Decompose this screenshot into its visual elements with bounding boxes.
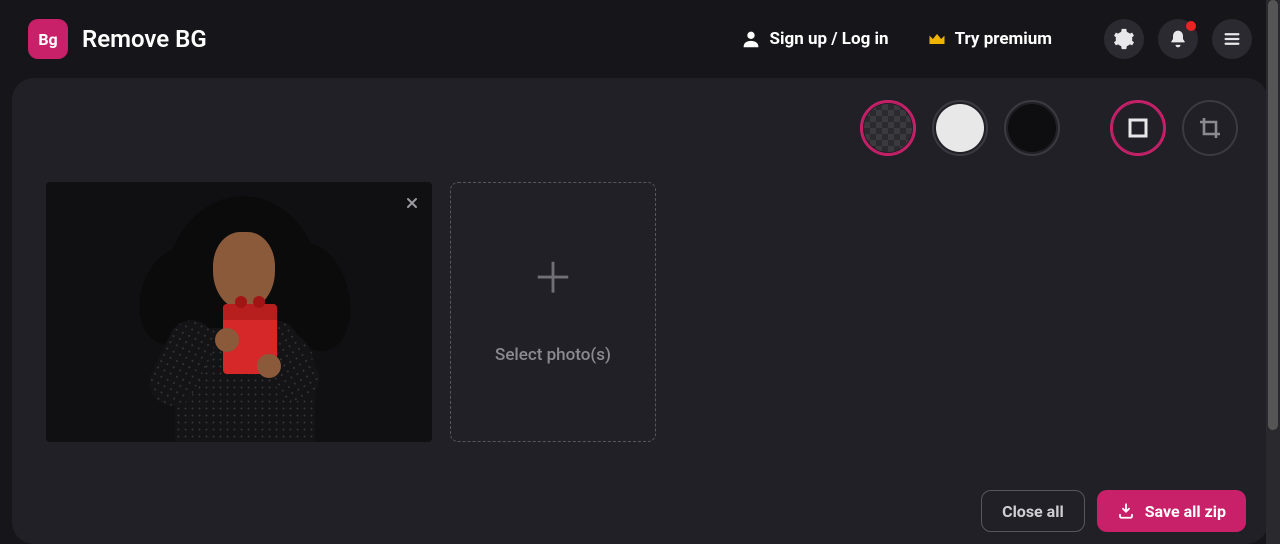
scrollbar[interactable] [1266,0,1280,544]
background-controls [34,100,1246,156]
bg-transparent-option[interactable] [860,100,916,156]
notifications-button[interactable] [1158,19,1198,59]
close-all-label: Close all [1002,502,1064,521]
checker-icon [864,104,912,152]
aspect-square-option[interactable] [1110,100,1166,156]
select-photos-dropzone[interactable]: ＋ Select photo(s) [450,182,656,442]
try-premium-label: Try premium [955,29,1052,49]
square-icon [1126,116,1150,140]
crop-icon [1198,116,1222,140]
image-thumbnail[interactable] [46,182,432,442]
close-all-button[interactable]: Close all [981,490,1085,532]
crop-option[interactable] [1182,100,1238,156]
signup-login-link[interactable]: Sign up / Log in [740,28,889,50]
remove-image-button[interactable] [404,192,420,216]
close-icon [404,195,420,211]
black-swatch-icon [1008,104,1056,152]
app-title: Remove BG [82,25,207,53]
logo-text: Bg [38,30,57,49]
notification-dot-icon [1186,21,1196,31]
main-panel: ＋ Select photo(s) Close all Save all zip [12,78,1268,544]
settings-button[interactable] [1104,19,1144,59]
hamburger-icon [1222,29,1242,49]
crown-icon [927,29,947,49]
bg-black-option[interactable] [1004,100,1060,156]
plus-icon: ＋ [532,259,574,301]
dropzone-label: Select photo(s) [495,345,611,365]
save-all-zip-button[interactable]: Save all zip [1097,490,1246,532]
scrollbar-thumb[interactable] [1268,0,1278,430]
thumbnail-row: ＋ Select photo(s) [34,182,1246,442]
bell-icon [1168,29,1188,49]
photo-preview [129,188,349,442]
header: Bg Remove BG Sign up / Log in Try premiu… [0,0,1280,78]
bg-white-option[interactable] [932,100,988,156]
gear-icon [1113,28,1135,50]
app-logo: Bg [28,19,68,59]
white-swatch-icon [936,104,984,152]
signup-login-label: Sign up / Log in [770,29,889,49]
save-all-zip-label: Save all zip [1145,502,1226,521]
download-icon [1117,502,1135,520]
try-premium-link[interactable]: Try premium [927,29,1052,49]
footer-actions: Close all Save all zip [981,490,1246,532]
menu-button[interactable] [1212,19,1252,59]
user-icon [740,28,762,50]
